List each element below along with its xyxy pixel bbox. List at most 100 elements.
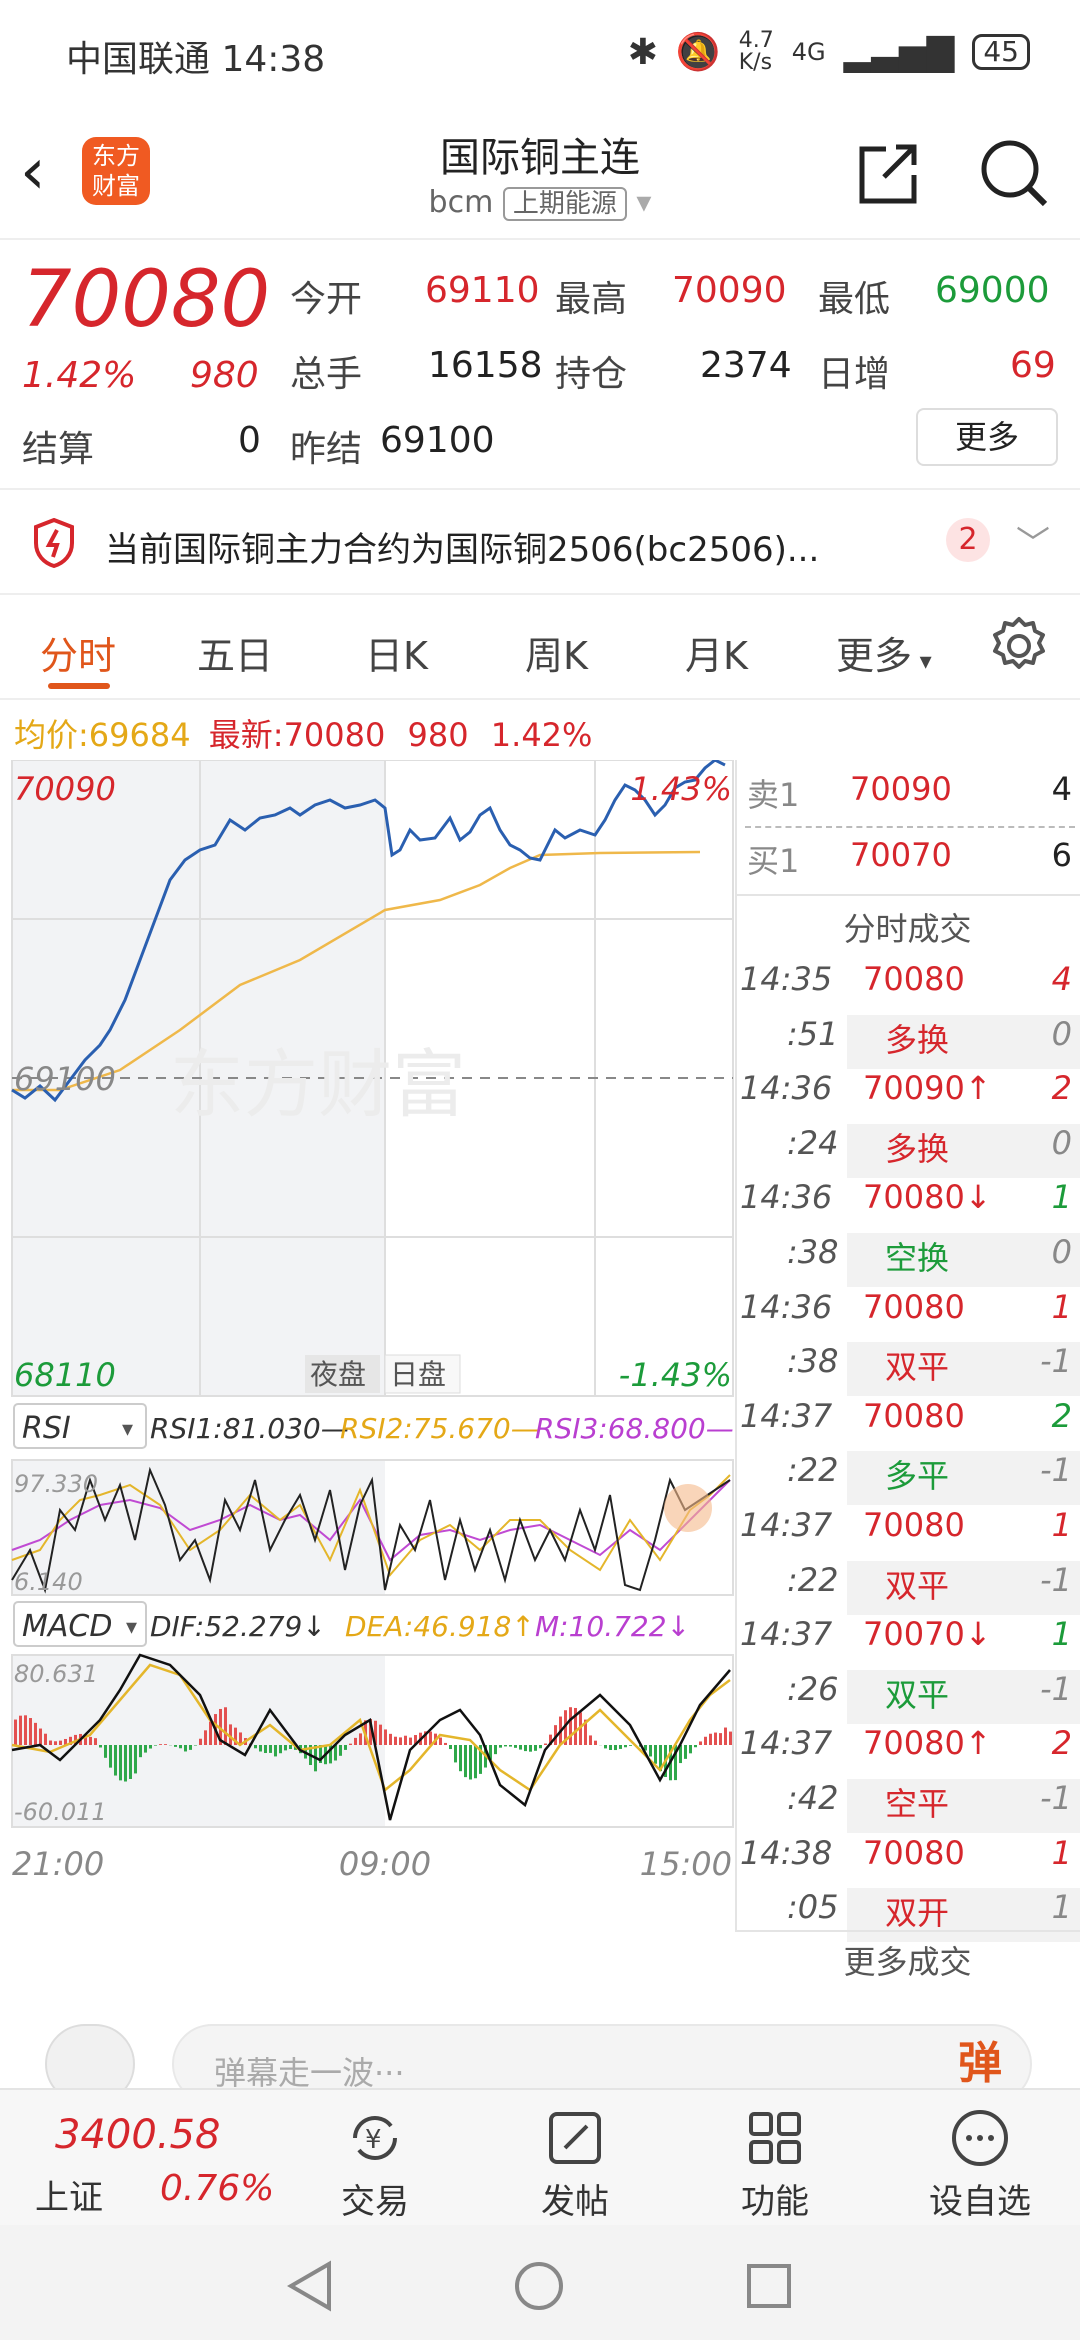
- macd-bar: [454, 1745, 457, 1763]
- macd-bar: [689, 1745, 692, 1754]
- recents-square-icon[interactable]: [745, 2262, 793, 2310]
- tab-weekly-k[interactable]: 周K: [525, 625, 588, 680]
- trade-row: 14:36 70080 1: [740, 1287, 1072, 1326]
- tab-more[interactable]: 更多 ▾: [836, 625, 932, 680]
- macd-bar: [269, 1745, 272, 1753]
- signal-label: 4G: [791, 38, 826, 66]
- more-trades-button[interactable]: 更多成交: [735, 1930, 1080, 1990]
- low-value: 69000: [935, 270, 1050, 311]
- session-day[interactable]: 日盘: [390, 1358, 446, 1391]
- macd-bar: [604, 1745, 607, 1749]
- rsi-bottom-label: 6.140: [14, 1568, 83, 1596]
- prev-settle-value: 69100: [380, 420, 495, 461]
- chevron-down-icon[interactable]: ﹀: [1016, 516, 1050, 565]
- macd-bar: [469, 1745, 472, 1780]
- search-icon[interactable]: [978, 137, 1050, 209]
- macd-bar: [439, 1737, 442, 1745]
- prev-settle-label: 昨结: [290, 429, 363, 470]
- macd-bar: [509, 1745, 512, 1747]
- svg-text:▾: ▾: [126, 1615, 137, 1640]
- macd-bar: [629, 1745, 632, 1746]
- signal-icon: ▂▃▅▇: [843, 31, 955, 73]
- macd-bar: [384, 1729, 387, 1745]
- index-pct[interactable]: 0.76%: [160, 2168, 274, 2209]
- share-icon[interactable]: [856, 141, 920, 205]
- macd-bar: [354, 1737, 357, 1745]
- bottom-tab-bar: 3400.58 上证 0.76% ¥ 交易 发帖 功能 设自选: [0, 2088, 1080, 2225]
- macd-bar: [344, 1745, 347, 1750]
- alert-marker-icon[interactable]: [664, 1484, 712, 1532]
- macd-bar: [34, 1722, 37, 1745]
- macd-top-label: 80.631: [14, 1660, 98, 1688]
- tab-functions[interactable]: 功能: [695, 2102, 855, 2223]
- rsi-selector[interactable]: RSI: [22, 1411, 71, 1446]
- y-min-label: 68110: [14, 1356, 116, 1394]
- macd-bar: [459, 1745, 462, 1772]
- notice-text: 当前国际铜主力合约为国际铜2506(bc2506)...: [105, 530, 820, 570]
- time-mid: 09:00: [339, 1845, 431, 1883]
- home-circle-icon[interactable]: [513, 2260, 565, 2312]
- trade-type-row: :22 多平 -1: [735, 1451, 1080, 1506]
- rsi2-value: RSI2:75.670—: [340, 1412, 539, 1445]
- more-button[interactable]: 更多: [916, 408, 1058, 466]
- macd-bar: [649, 1745, 652, 1757]
- macd-bar: [529, 1745, 532, 1752]
- volume-value: 16158: [428, 345, 543, 386]
- back-triangle-icon[interactable]: [285, 2260, 335, 2312]
- last-change: 980: [407, 716, 469, 754]
- intraday-chart[interactable]: 东方财富 夜盘 日盘 70090 69100 68110 1.43% -1.43…: [0, 760, 735, 1990]
- oi-value: 2374: [700, 345, 792, 386]
- macd-bar: [524, 1745, 527, 1752]
- volume-label: 总手: [290, 354, 363, 395]
- rsi-top-label: 97.330: [14, 1470, 98, 1498]
- macd-bar: [139, 1745, 142, 1758]
- macd-bar: [729, 1731, 732, 1745]
- macd-bar: [129, 1745, 132, 1779]
- svg-text:▾: ▾: [122, 1417, 133, 1442]
- trade-type-row: :26 双平 -1: [735, 1669, 1080, 1724]
- comment-bar: 弹幕走一波··· 弹: [0, 2000, 1080, 2104]
- index-name[interactable]: 上证: [35, 2170, 103, 2219]
- index-value[interactable]: 3400.58: [55, 2112, 220, 2158]
- macd-bar: [694, 1745, 697, 1748]
- system-nav-bar: [0, 2225, 1080, 2340]
- rsi3-value: RSI3:68.800—: [535, 1412, 734, 1445]
- tab-trade[interactable]: ¥ 交易: [295, 2102, 455, 2223]
- macd-bar: [404, 1735, 407, 1745]
- tab-post[interactable]: 发帖: [495, 2102, 655, 2223]
- change-value: 980: [190, 355, 259, 396]
- macd-bar: [209, 1721, 212, 1745]
- session-night[interactable]: 夜盘: [310, 1358, 366, 1391]
- notice-bar[interactable]: 当前国际铜主力合约为国际铜2506(bc2506)... 2 ﹀: [0, 490, 1080, 595]
- trade-type-row: :22 双平 -1: [735, 1560, 1080, 1615]
- macd-bar: [29, 1718, 32, 1745]
- macd-bar: [224, 1707, 227, 1745]
- daily-inc-label: 日增: [818, 354, 891, 395]
- open-value: 69110: [425, 270, 540, 311]
- pct-max-label: 1.43%: [630, 770, 732, 808]
- macd-bar: [449, 1745, 452, 1750]
- macd-bar: [199, 1738, 202, 1745]
- settle-label: 结算: [22, 429, 95, 470]
- change-percent: 1.42%: [22, 355, 137, 396]
- tab-five-day[interactable]: 五日: [197, 625, 273, 680]
- trade-row: 14:38 70080 1: [740, 1833, 1072, 1872]
- gear-icon[interactable]: [988, 615, 1050, 677]
- active-tab-indicator: [48, 683, 110, 689]
- tab-add-watchlist[interactable]: 设自选: [900, 2102, 1060, 2223]
- macd-bar: [284, 1745, 287, 1751]
- macd-bar: [519, 1745, 522, 1750]
- macd-selector[interactable]: MACD: [22, 1609, 112, 1644]
- macd-bar: [44, 1733, 47, 1745]
- macd-bar: [99, 1745, 102, 1748]
- tab-daily-k[interactable]: 日K: [365, 625, 428, 680]
- trade-row: 14:37 70080 1: [740, 1506, 1072, 1544]
- quote-panel: 70080 1.42% 980 结算 0 今开 69110 最高 70090 最…: [0, 240, 1080, 490]
- avg-value: 69684: [88, 716, 191, 754]
- tab-monthly-k[interactable]: 月K: [685, 625, 748, 680]
- macd-bar: [474, 1745, 477, 1779]
- trade-type-row: :42 空平 -1: [735, 1779, 1080, 1833]
- tab-intraday[interactable]: 分时: [40, 625, 116, 680]
- macd-bar: [684, 1745, 687, 1759]
- macd-bar: [94, 1738, 97, 1745]
